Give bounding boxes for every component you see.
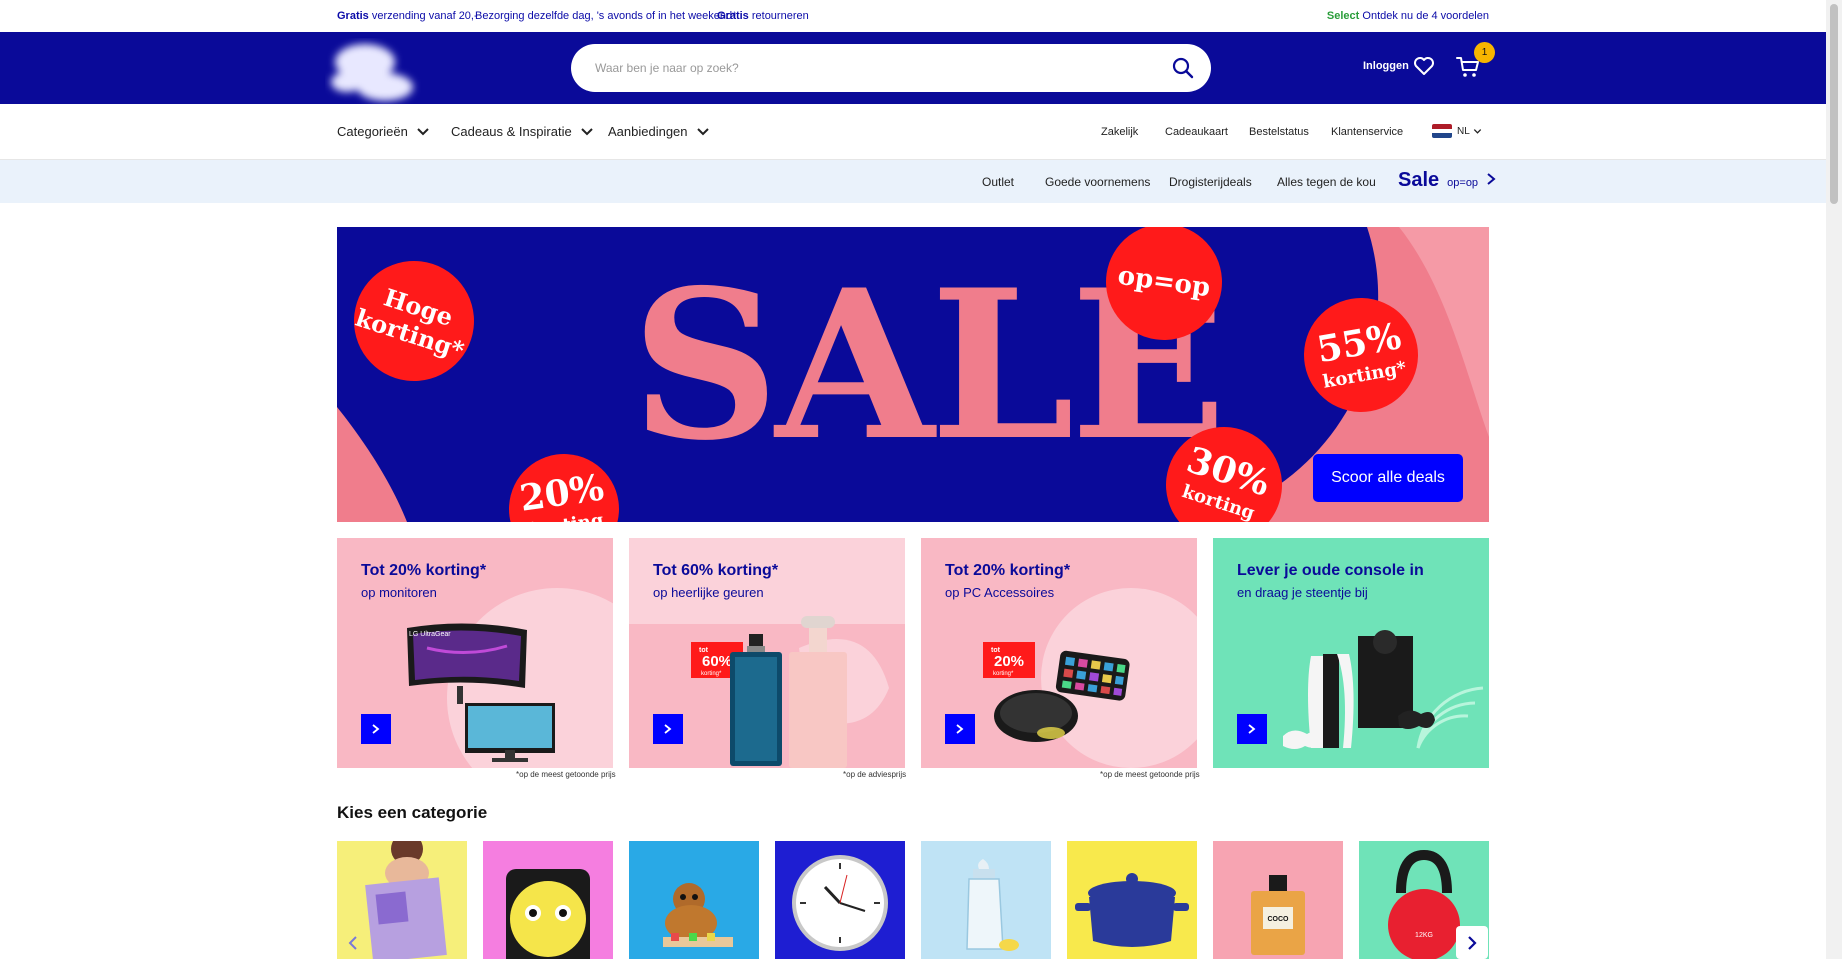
- svg-text:korting*: korting*: [993, 671, 1014, 677]
- promo-card-pc-accessories[interactable]: tot 20% korting* Tot 20% korting* op PC …: [921, 538, 1197, 768]
- nav-business[interactable]: Zakelijk: [1101, 126, 1138, 138]
- scrollbar-thumb[interactable]: [1830, 4, 1838, 204]
- login-link[interactable]: Inloggen: [1363, 60, 1409, 72]
- category-home[interactable]: [775, 841, 905, 959]
- promo-arrow-button[interactable]: [653, 714, 683, 744]
- search-icon[interactable]: [1171, 56, 1195, 80]
- category-toys[interactable]: [629, 841, 759, 959]
- promo-title: Tot 20% korting*: [361, 562, 487, 579]
- nav-order-status[interactable]: Bestelstatus: [1249, 126, 1309, 138]
- category-beauty[interactable]: COCO: [1213, 841, 1343, 959]
- promo-title: Tot 20% korting*: [945, 562, 1071, 579]
- subnav-cold-weather[interactable]: Alles tegen de kou: [1277, 175, 1376, 189]
- toy-monkey-icon: [629, 841, 759, 959]
- category-section-title: Kies een categorie: [337, 803, 488, 822]
- chevron-right-icon: [1487, 173, 1496, 185]
- sub-nav: Outlet Goede voornemens Drogisterijdeals…: [0, 160, 1826, 203]
- cart-count-badge: 1: [1474, 42, 1495, 63]
- usp-bar: Gratis verzending vanaf 20,- Bezorging d…: [0, 0, 1826, 32]
- promo-title: Tot 60% korting*: [653, 562, 779, 579]
- badge-20-percent: 20% korting: [509, 454, 619, 522]
- promo-card-fragrances[interactable]: tot 60% korting* Tot 60% korting* op hee…: [629, 538, 905, 768]
- chevron-right-icon: [956, 724, 964, 734]
- svg-text:60%: 60%: [702, 653, 732, 670]
- wall-clock-icon: [775, 841, 905, 959]
- subnav-drugstore-deals[interactable]: Drogisterijdeals: [1169, 175, 1252, 189]
- nav-gift-card[interactable]: Cadeaukaart: [1165, 126, 1228, 138]
- chevron-down-icon: [1473, 129, 1481, 134]
- svg-text:COCO: COCO: [1268, 916, 1290, 923]
- chevron-down-icon: [417, 127, 429, 135]
- usp-free-returns[interactable]: Gratis retourneren: [717, 10, 809, 22]
- casserole-pan-icon: [1067, 841, 1197, 959]
- carousel-prev-button[interactable]: [337, 926, 369, 959]
- promo-footnote: *op de meest getoonde prijs: [516, 770, 616, 779]
- svg-text:korting*: korting*: [701, 671, 722, 677]
- dutch-flag-icon[interactable]: [1432, 124, 1452, 138]
- subnav-good-resolutions[interactable]: Goede voornemens: [1045, 175, 1150, 189]
- chevron-left-icon: [348, 935, 357, 950]
- chevron-right-icon: [1468, 935, 1477, 950]
- usp-free-shipping[interactable]: Gratis verzending vanaf 20,-: [337, 10, 478, 22]
- language-selector[interactable]: NL: [1457, 126, 1482, 137]
- promo-subtitle: en draag je steentje bij: [1237, 585, 1368, 600]
- header: Inloggen 1: [0, 32, 1826, 104]
- promo-subtitle: op heerlijke geuren: [653, 585, 764, 600]
- promo-arrow-button[interactable]: [361, 714, 391, 744]
- perfume-bottle-icon: COCO: [1213, 841, 1343, 959]
- hero-banner[interactable]: SALE Hoge korting* op=op 55% korting* 20…: [337, 227, 1489, 522]
- chevron-right-icon: [372, 724, 380, 734]
- nav-customer-service[interactable]: Klantenservice: [1331, 126, 1403, 138]
- promo-footnote: *op de meest getoonde prijs: [1100, 770, 1200, 779]
- heart-icon[interactable]: [1412, 54, 1436, 78]
- svg-text:20%: 20%: [994, 653, 1024, 670]
- nav-gifts-inspiration[interactable]: Cadeaus & Inspiratie: [451, 124, 594, 139]
- chevron-right-icon: [664, 724, 672, 734]
- shop-all-deals-button[interactable]: Scoor alle deals: [1313, 454, 1463, 502]
- chevron-down-icon: [696, 127, 709, 135]
- promo-card-monitors[interactable]: LG UltraGear Tot 20% korting* op monitor…: [337, 538, 613, 768]
- main-nav: Categorieën Cadeaus & Inspiratie Aanbied…: [0, 104, 1826, 160]
- promo-arrow-button[interactable]: [1237, 714, 1267, 744]
- category-baby[interactable]: [921, 841, 1051, 959]
- subnav-sale-link[interactable]: Sale op=op: [1398, 169, 1496, 192]
- usp-select[interactable]: Select Ontdek nu de 4 voordelen: [1327, 10, 1489, 22]
- category-kitchen[interactable]: [1067, 841, 1197, 959]
- promo-subtitle: op monitoren: [361, 585, 437, 600]
- search-input[interactable]: [595, 44, 1155, 92]
- promo-card-console-trade-in[interactable]: Lever je oude console in en draag je ste…: [1213, 538, 1489, 768]
- carousel-next-button[interactable]: [1456, 926, 1488, 959]
- subnav-outlet[interactable]: Outlet: [982, 175, 1014, 189]
- promo-subtitle: op PC Accessoires: [945, 585, 1055, 600]
- chevron-down-icon: [580, 127, 593, 135]
- chevron-right-icon: [1248, 724, 1256, 734]
- svg-text:12KG: 12KG: [1415, 932, 1433, 939]
- power-socket-icon: [483, 841, 613, 959]
- baby-bottle-icon: [921, 841, 1051, 959]
- page-scrollbar[interactable]: [1826, 0, 1842, 959]
- logo[interactable]: [325, 32, 425, 110]
- nav-offers[interactable]: Aanbiedingen: [608, 124, 710, 139]
- category-electronics[interactable]: [483, 841, 613, 959]
- promo-title: Lever je oude console in: [1237, 562, 1424, 579]
- search-bar: [571, 44, 1211, 92]
- nav-categories[interactable]: Categorieën: [337, 124, 430, 139]
- page: Gratis verzending vanaf 20,- Bezorging d…: [0, 0, 1842, 959]
- badge-hoge-korting: Hoge korting*: [352, 261, 474, 381]
- promo-arrow-button[interactable]: [945, 714, 975, 744]
- usp-same-day-delivery[interactable]: Bezorging dezelfde dag, 's avonds of in …: [475, 10, 736, 22]
- svg-text:LG UltraGear: LG UltraGear: [409, 631, 451, 638]
- promo-footnote: *op de adviesprijs: [843, 770, 907, 779]
